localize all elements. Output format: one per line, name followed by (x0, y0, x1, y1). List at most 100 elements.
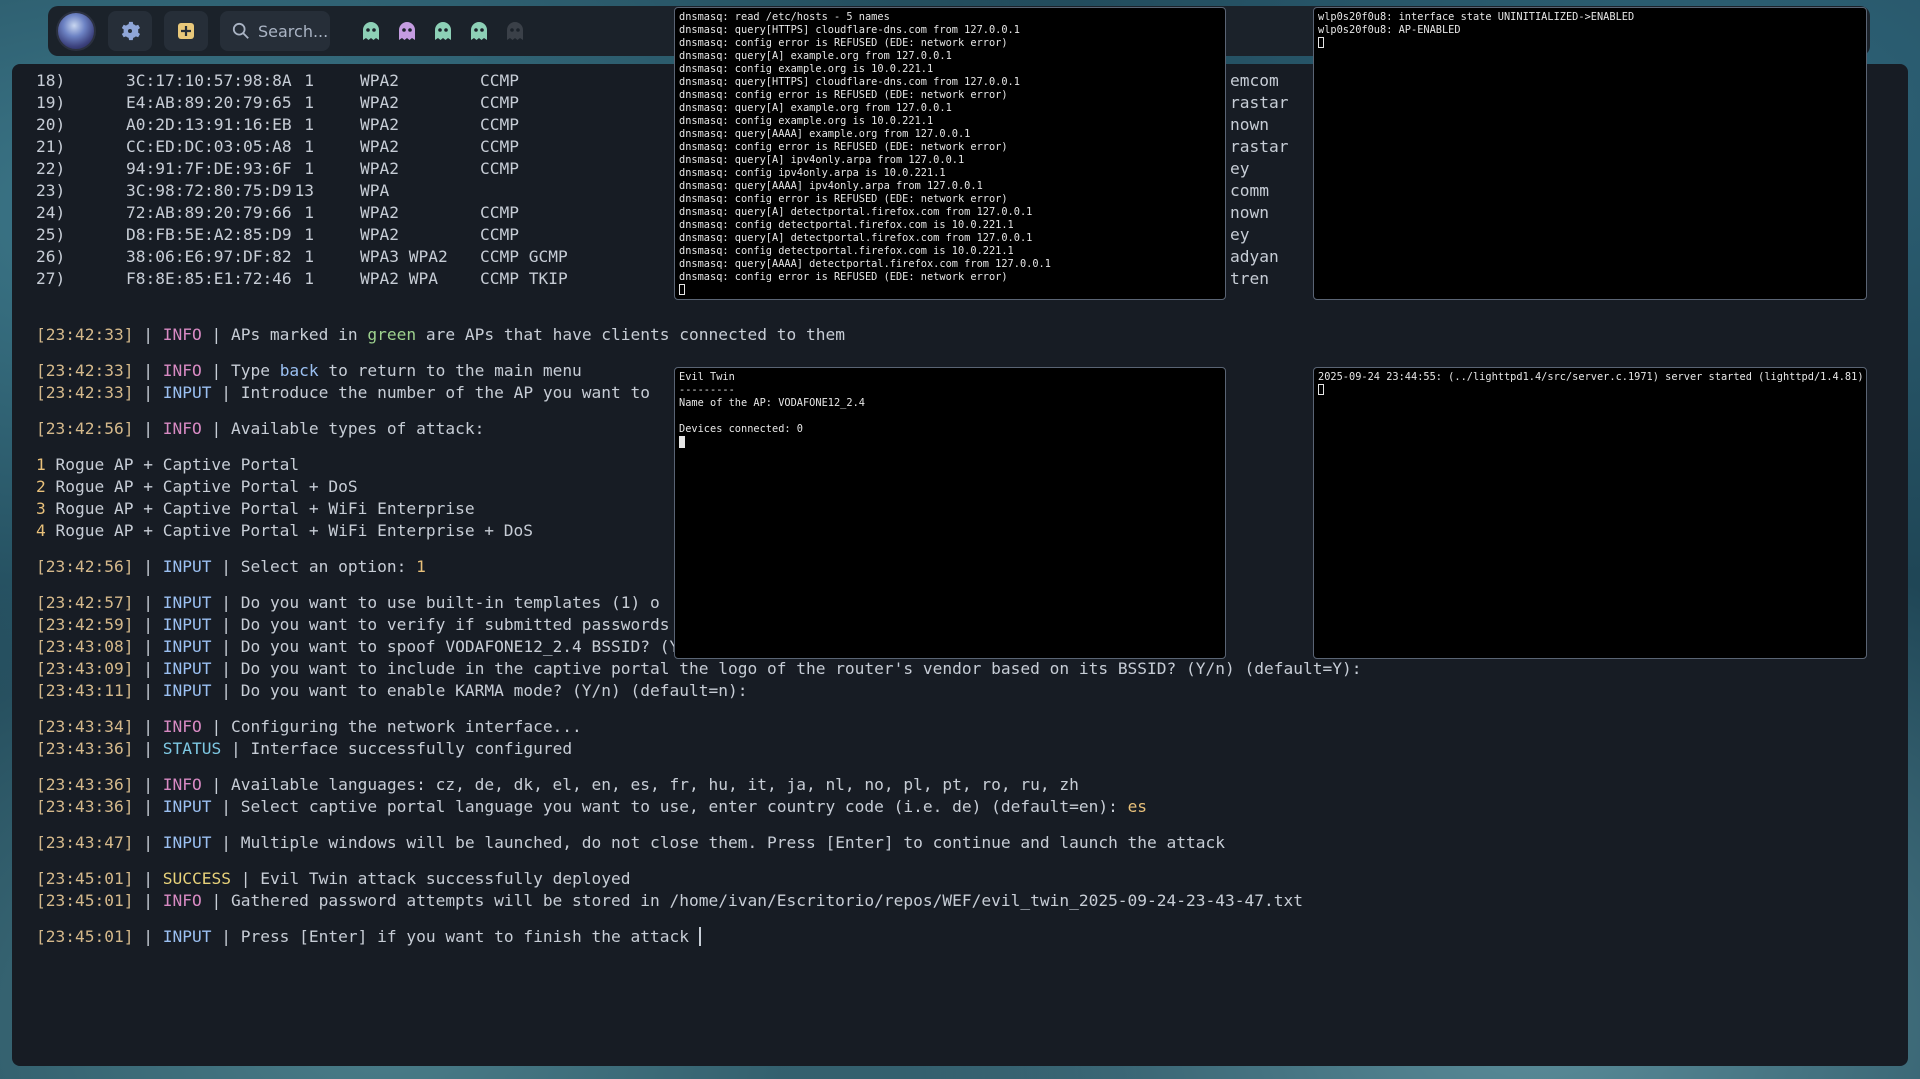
log-line: [23:42:33] | INFO | APs marked in green … (36, 325, 845, 344)
ap-cell-mac: A0:2D:13:91:16:EB (126, 115, 292, 134)
ap-cell-enc: WPA2 (360, 203, 399, 222)
prompt-line[interactable]: [23:45:01] | INPUT | Press [Enter] if yo… (36, 926, 701, 948)
dnsmasq-line: dnsmasq: config error is REFUSED (EDE: n… (679, 193, 1008, 205)
dnsmasq-line: dnsmasq: config ipv4only.arpa is 10.0.22… (679, 167, 946, 179)
attack-option: 2 Rogue AP + Captive Portal + DoS (36, 477, 358, 496)
ghost-icon[interactable] (360, 20, 382, 42)
ap-cell-enc: WPA2 (360, 71, 399, 90)
ap-cell-idx: 22) (36, 159, 66, 178)
dnsmasq-line: dnsmasq: query[AAAA] ipv4only.arpa from … (679, 180, 983, 192)
cursor-block (679, 436, 685, 448)
log-line: [23:42:33] | INFO | Type back to return … (36, 361, 582, 380)
search-input[interactable]: Search... (220, 11, 330, 51)
attack-option: 3 Rogue AP + Captive Portal + WiFi Enter… (36, 499, 475, 518)
search-icon (232, 22, 249, 39)
lighttpd-window[interactable]: 2025-09-24 23:44:55: (../lighttpd1.4/src… (1313, 367, 1867, 659)
ghost-icon[interactable] (504, 20, 526, 42)
log-line: [23:45:01] | SUCCESS | Evil Twin attack … (36, 869, 631, 888)
gear-icon (121, 21, 140, 41)
avatar[interactable] (56, 11, 96, 51)
ap-cell-mac: 72:AB:89:20:79:66 (126, 203, 292, 222)
ap-cell-vendor: rastar (1230, 93, 1289, 112)
log-line: [23:42:33] | INPUT | Introduce the numbe… (36, 383, 651, 402)
settings-button[interactable] (108, 11, 152, 51)
attack-option: 1 Rogue AP + Captive Portal (36, 455, 300, 474)
ap-cell-idx: 25) (36, 225, 66, 244)
log-line: [23:43:36] | INPUT | Select captive port… (36, 797, 1148, 816)
hostapd-line: wlp0s20f0u8: interface state UNINITIALIZ… (1318, 11, 1635, 23)
ap-cell-idx: 21) (36, 137, 66, 156)
ap-cell-idx: 23) (36, 181, 66, 200)
ap-cell-cipher: CCMP (480, 93, 519, 112)
ap-cell-cipher: CCMP (480, 203, 519, 222)
log-line: [23:43:47] | INPUT | Multiple windows wi… (36, 833, 1226, 852)
dnsmasq-line: dnsmasq: read /etc/hosts - 5 names (679, 11, 890, 23)
ap-cell-idx: 26) (36, 247, 66, 266)
ap-cell-cipher: CCMP TKIP (480, 269, 568, 288)
ap-cell-enc: WPA2 (360, 93, 399, 112)
ap-cell-mac: 3C:17:10:57:98:8A (126, 71, 292, 90)
ap-cell-ch: 1 (304, 269, 314, 288)
ap-cell-enc: WPA2 (360, 115, 399, 134)
hostapd-window[interactable]: wlp0s20f0u8: interface state UNINITIALIZ… (1313, 7, 1867, 300)
ap-cell-vendor: tren (1230, 269, 1269, 288)
ap-cell-enc: WPA2 (360, 159, 399, 178)
ghost-icon[interactable] (396, 20, 418, 42)
evil-twin-title: Evil Twin (679, 371, 735, 383)
ap-cell-ch: 1 (304, 93, 314, 112)
dnsmasq-line: dnsmasq: config error is REFUSED (EDE: n… (679, 271, 1008, 283)
ghost-icon[interactable] (468, 20, 490, 42)
evil-twin-ap-name: Name of the AP: VODAFONE12_2.4 (679, 397, 865, 409)
ap-cell-ch: 1 (304, 247, 314, 266)
ap-cell-idx: 18) (36, 71, 66, 90)
ap-cell-mac: 38:06:E6:97:DF:82 (126, 247, 292, 266)
evil-twin-window[interactable]: Evil Twin --------- Name of the AP: VODA… (674, 367, 1226, 659)
cursor-block (1318, 37, 1324, 48)
ap-cell-mac: F8:8E:85:E1:72:46 (126, 269, 292, 288)
dnsmasq-line: dnsmasq: config detectportal.firefox.com… (679, 245, 1014, 257)
dnsmasq-line: dnsmasq: query[A] detectportal.firefox.c… (679, 206, 1033, 218)
pin-icon (178, 23, 194, 39)
dnsmasq-line: dnsmasq: config example.org is 10.0.221.… (679, 63, 934, 75)
ap-cell-mac: D8:FB:5E:A2:85:D9 (126, 225, 292, 244)
ap-cell-vendor: nown (1230, 115, 1269, 134)
hostapd-line: wlp0s20f0u8: AP-ENABLED (1318, 24, 1461, 36)
ap-cell-enc: WPA2 WPA (360, 269, 438, 288)
ap-cell-vendor: adyan (1230, 247, 1279, 266)
ap-cell-mac: 3C:98:72:80:75:D9 (126, 181, 292, 200)
dnsmasq-line: dnsmasq: config error is REFUSED (EDE: n… (679, 89, 1008, 101)
ap-cell-mac: 94:91:7F:DE:93:6F (126, 159, 292, 178)
dnsmasq-line: dnsmasq: query[A] detectportal.firefox.c… (679, 232, 1033, 244)
attack-option: 4 Rogue AP + Captive Portal + WiFi Enter… (36, 521, 534, 540)
cursor-block (679, 284, 685, 295)
dnsmasq-window[interactable]: dnsmasq: read /etc/hosts - 5 names dnsmas… (674, 7, 1226, 300)
ghost-icon[interactable] (432, 20, 454, 42)
dnsmasq-line: dnsmasq: config error is REFUSED (EDE: n… (679, 37, 1008, 49)
dnsmasq-line: dnsmasq: config error is REFUSED (EDE: n… (679, 141, 1008, 153)
ap-cell-vendor: ey (1230, 159, 1250, 178)
pin-button[interactable] (164, 11, 208, 51)
ap-cell-ch: 1 (304, 137, 314, 156)
ap-cell-ch: 13 (294, 181, 315, 200)
log-line: [23:43:11] | INPUT | Do you want to enab… (36, 681, 748, 700)
search-placeholder: Search... (258, 21, 329, 41)
ap-cell-vendor: emcom (1230, 71, 1279, 90)
ap-cell-ch: 1 (304, 225, 314, 244)
ap-cell-vendor: nown (1230, 203, 1269, 222)
ap-cell-idx: 20) (36, 115, 66, 134)
log-line: [23:43:34] | INFO | Configuring the netw… (36, 717, 582, 736)
log-line: [23:43:36] | INFO | Available languages:… (36, 775, 1079, 794)
dnsmasq-line: dnsmasq: query[A] example.org from 127.0… (679, 50, 952, 62)
log-line: [23:43:09] | INPUT | Do you want to incl… (36, 659, 1362, 678)
ap-cell-vendor: comm (1230, 181, 1269, 200)
dnsmasq-line: dnsmasq: query[HTTPS] cloudflare-dns.com… (679, 76, 1020, 88)
ap-cell-enc: WPA3 WPA2 (360, 247, 448, 266)
log-line: [23:45:01] | INFO | Gathered password at… (36, 891, 1303, 910)
ap-cell-cipher: CCMP (480, 71, 519, 90)
ap-cell-cipher: CCMP (480, 115, 519, 134)
dnsmasq-line: dnsmasq: config detectportal.firefox.com… (679, 219, 1014, 231)
ap-cell-idx: 19) (36, 93, 66, 112)
log-line: [23:42:56] | INFO | Available types of a… (36, 419, 485, 438)
dnsmasq-line: dnsmasq: query[HTTPS] cloudflare-dns.com… (679, 24, 1020, 36)
ap-cell-ch: 1 (304, 115, 314, 134)
